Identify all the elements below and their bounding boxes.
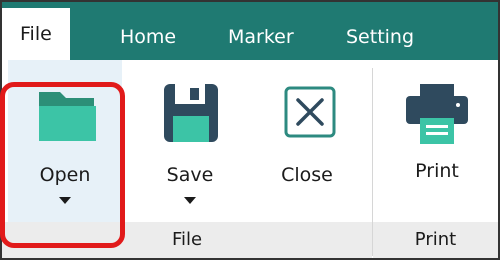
print-group-label: Print xyxy=(373,222,498,258)
tab-home[interactable]: Home xyxy=(120,20,176,54)
file-group-label: File xyxy=(2,222,372,258)
printer-icon xyxy=(382,78,492,148)
tab-file[interactable]: File xyxy=(2,8,70,64)
save-dropdown-arrow[interactable] xyxy=(184,197,196,204)
close-button[interactable]: Close xyxy=(252,60,362,222)
ribbon-tab-bar: File Home Marker Setting xyxy=(2,2,498,64)
save-button[interactable]: Save xyxy=(138,60,242,222)
save-icon xyxy=(138,78,242,148)
open-button[interactable]: Open xyxy=(8,60,122,222)
print-label: Print xyxy=(415,160,459,182)
close-label: Close xyxy=(281,164,333,186)
save-label: Save xyxy=(166,164,214,186)
print-button[interactable]: Print xyxy=(382,60,492,222)
open-dropdown-arrow[interactable] xyxy=(59,197,71,204)
app-window: File Home Marker Setting Open Save Close… xyxy=(0,0,500,260)
close-icon xyxy=(252,78,362,148)
open-label: Open xyxy=(39,164,91,186)
folder-icon xyxy=(8,78,122,148)
tab-marker[interactable]: Marker xyxy=(228,20,294,54)
ribbon-panel: Open Save Close Print File Print xyxy=(2,60,498,258)
tab-setting[interactable]: Setting xyxy=(346,20,414,54)
